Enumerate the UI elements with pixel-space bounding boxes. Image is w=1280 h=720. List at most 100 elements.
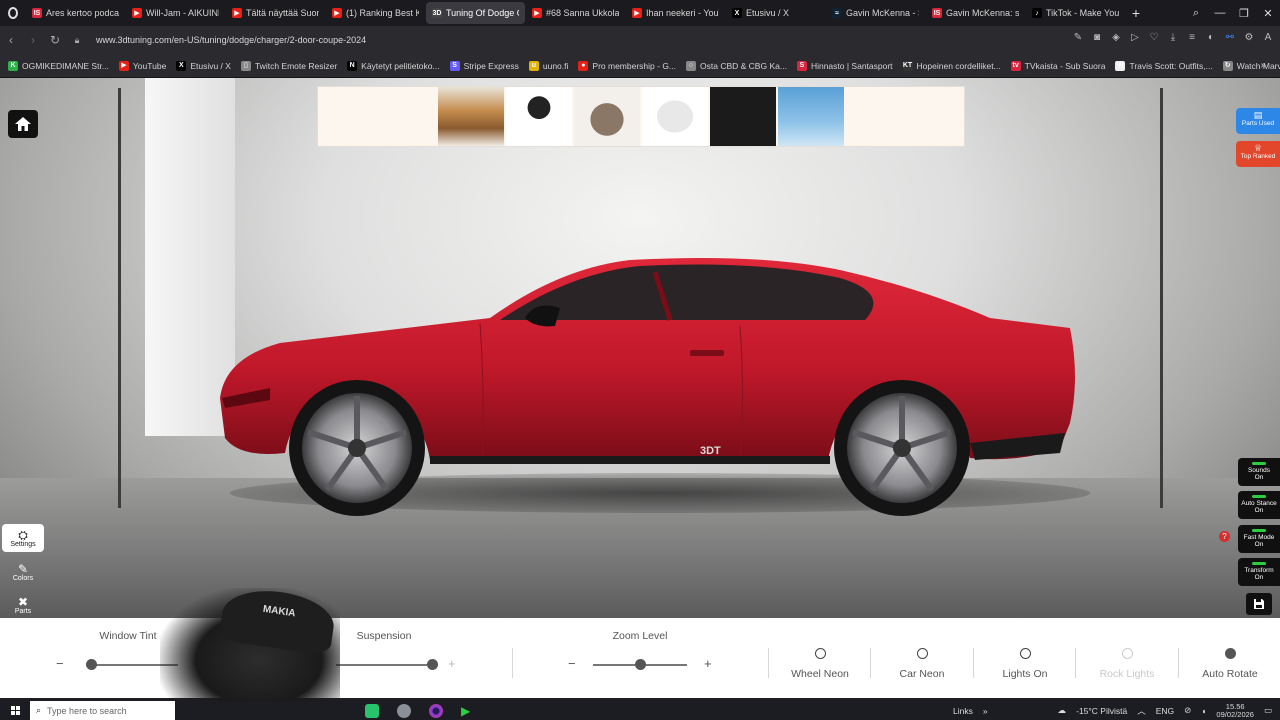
help-button[interactable]: ? [1219, 531, 1230, 542]
taskbar-app-opera-icon[interactable] [429, 703, 443, 718]
network-icon[interactable]: ⊘ [1184, 705, 1191, 716]
bookmark-item[interactable]: ▶ YouTube [118, 60, 166, 71]
option-auto-rotate[interactable]: Auto Rotate [1180, 648, 1280, 682]
option-lights-on[interactable]: Lights On [975, 648, 1075, 682]
shield-icon[interactable]: ◈ [1110, 32, 1122, 44]
toggle-transform[interactable]: Transform On [1238, 558, 1280, 586]
bookmarks-more-icon[interactable]: » [1260, 60, 1266, 71]
opera-logo-icon[interactable] [0, 0, 26, 26]
bookmark-item[interactable]: tv TVkaista - Sub Suora [1010, 60, 1105, 71]
browser-tab[interactable]: 3D Tuning Of Dodge Cha [426, 2, 525, 24]
browser-tab[interactable]: ≈ Gavin McKenna - Stat [826, 2, 925, 24]
weather-text[interactable]: -15°C Pilvistä [1076, 706, 1127, 716]
toggle-auto-stance[interactable]: Auto Stance On [1238, 491, 1280, 519]
bookmark-favicon-icon: ▯ [240, 60, 251, 71]
taskbar-app-green-icon[interactable] [365, 703, 379, 718]
bookmark-item[interactable]: K OGMIKEDIMANE Str... [8, 60, 109, 71]
ad-product-shirt[interactable] [438, 87, 504, 146]
bookmark-item[interactable]: ● Pro membership - G... [578, 60, 676, 71]
taskbar-app-steam-icon[interactable] [397, 703, 411, 718]
colors-button[interactable]: ✎ Colors [2, 558, 44, 586]
zoom-slider[interactable] [593, 659, 687, 670]
bookmark-item[interactable]: S Stripe Express [449, 60, 519, 71]
bookmark-item[interactable]: S Hinnasto | Santasport [796, 60, 893, 71]
toggle-fast-mode[interactable]: Fast Mode On [1238, 525, 1280, 553]
browser-tab[interactable]: IS Ares kertoo podcastis [26, 2, 125, 24]
zoom-plus[interactable]: + [704, 656, 712, 671]
ad-banner[interactable] [317, 86, 965, 147]
ad-product-slides[interactable] [574, 87, 640, 146]
zoom-minus[interactable]: − [568, 656, 576, 671]
browser-tab[interactable]: ▶ Will-Jam - AIKUINEN [126, 2, 225, 24]
clock[interactable]: 15.56 09/02/2026 [1216, 702, 1254, 719]
bookmark-item[interactable]: ▯ Twitch Emote Resizer [240, 60, 337, 71]
bookmark-item[interactable]: W Travis Scott: Outfits,... [1115, 60, 1213, 71]
taskbar-search-input[interactable]: ⌕ Type here to search [30, 701, 175, 720]
windows-start-button[interactable] [0, 706, 30, 715]
zoom-knob[interactable] [634, 659, 646, 670]
search-tabs-icon[interactable]: ⌕ [1184, 7, 1208, 20]
option-label: Auto Rotate [1202, 668, 1258, 680]
front-wheel [289, 380, 425, 516]
car-model[interactable]: 3DT [200, 248, 1090, 518]
download-icon[interactable]: ⤓ [1167, 32, 1179, 44]
settings-button[interactable]: ⛭ Settings [2, 524, 44, 552]
bookmark-item[interactable]: N Käytetyt pelitietoko... [347, 60, 440, 71]
window-tint-knob[interactable] [86, 659, 97, 670]
option-wheel-neon[interactable]: Wheel Neon [770, 648, 870, 682]
tray-expand-icon[interactable]: ︿ [1137, 705, 1146, 717]
forward-button[interactable]: › [22, 33, 44, 47]
back-button[interactable]: ‹ [0, 33, 22, 47]
browser-tab[interactable]: ▶ #68 Sanna Ukkola - Yo [526, 2, 625, 24]
edit-icon[interactable]: ✎ [1072, 32, 1084, 44]
chevron-icon[interactable]: » [983, 706, 988, 716]
browser-tab[interactable]: ▶ Ihan neekeri - YouTube [626, 2, 725, 24]
tuning-viewport[interactable]: 3DT [0, 78, 1280, 618]
account-icon[interactable]: ◐ [1205, 32, 1217, 44]
window-tint-minus[interactable]: − [56, 656, 64, 671]
close-button[interactable]: ✕ [1256, 7, 1280, 20]
ai-icon[interactable]: A [1262, 32, 1274, 44]
browser-tab[interactable]: ▶ (1) Ranking Best Kai C [326, 2, 425, 24]
browser-tab[interactable]: ▶ Tältä näyttää Suomen [226, 2, 325, 24]
windows-logo-icon [10, 706, 20, 715]
bookmark-item[interactable]: ○ Osta CBD & CBG Ka... [686, 60, 787, 71]
bookmark-item[interactable]: ↻Watch Marvel's Luk... [1222, 60, 1280, 71]
browser-tab[interactable]: X Etusivu / X [726, 2, 825, 24]
new-tab-button[interactable]: + [1126, 5, 1146, 21]
bookmark-item[interactable]: u uuno.fi [528, 60, 568, 71]
language-indicator[interactable]: ENG [1156, 706, 1174, 716]
heart-icon[interactable]: ♡ [1148, 32, 1160, 44]
ad-product-glasses-dark[interactable] [710, 87, 776, 146]
browser-tab[interactable]: IS Gavin McKenna: syyte [926, 2, 1025, 24]
url-field[interactable]: www.3dtuning.com/en-US/tuning/dodge/char… [96, 35, 366, 45]
parts-button[interactable]: ✖ Parts [2, 591, 44, 619]
reload-button[interactable]: ↻ [44, 33, 66, 47]
extension-icon[interactable]: ⚯ [1224, 32, 1236, 44]
notifications-icon[interactable]: ▭ [1264, 705, 1272, 716]
browser-tab[interactable]: ♪ TikTok - Make Your Da [1026, 2, 1125, 24]
play-icon[interactable]: ▷ [1129, 32, 1141, 44]
minimize-button[interactable]: — [1208, 7, 1232, 19]
toggle-sounds[interactable]: Sounds On [1238, 458, 1280, 486]
camera-icon[interactable]: ◙ [1091, 32, 1103, 44]
taskbar-app-play-icon[interactable]: ▶ [461, 704, 475, 718]
ad-product-glasses-blue[interactable] [778, 87, 844, 146]
bookmark-item[interactable]: KT Hopeinen cordelliket... [902, 60, 1001, 71]
menu-icon[interactable]: ≡ [1186, 32, 1198, 44]
links-toolbar[interactable]: Links [953, 706, 973, 716]
home-button[interactable] [8, 110, 38, 138]
suspension-slider[interactable] [336, 659, 438, 670]
ad-product-sunglasses-box[interactable] [506, 87, 572, 146]
volume-icon[interactable]: ◖ [1201, 706, 1206, 716]
save-button[interactable] [1246, 593, 1272, 615]
top-ranked-button[interactable]: ♕ Top Ranked [1236, 141, 1280, 167]
parts-used-button[interactable]: ▤ Parts Used [1236, 108, 1280, 134]
suspension-plus[interactable]: + [448, 656, 456, 671]
ad-product-cap[interactable] [642, 87, 708, 146]
suspension-knob[interactable] [427, 659, 438, 670]
option-car-neon[interactable]: Car Neon [872, 648, 972, 682]
puzzle-icon[interactable]: ⚙ [1243, 32, 1255, 44]
bookmark-item[interactable]: X Etusivu / X [176, 60, 231, 71]
maximize-button[interactable]: ❐ [1232, 7, 1256, 20]
